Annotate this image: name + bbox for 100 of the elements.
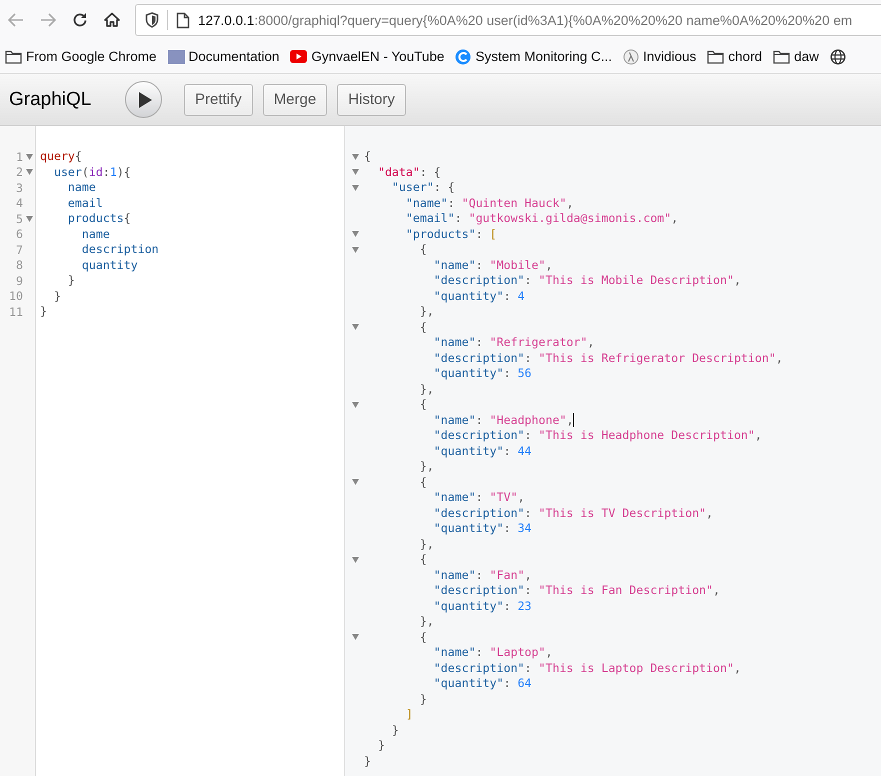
ring-logo-icon xyxy=(455,48,472,64)
toolbar-button[interactable]: Merge xyxy=(262,84,328,116)
code-line: { xyxy=(364,149,371,164)
folder-icon xyxy=(5,50,22,64)
fold-arrow-icon[interactable] xyxy=(349,184,361,191)
code-line: "quantity": 44 xyxy=(432,444,532,459)
code-line: }, xyxy=(418,614,434,630)
code-line: }, xyxy=(418,382,434,397)
line-number: 4 xyxy=(16,196,23,210)
code-line: "description": "This is Laptop Description", xyxy=(432,660,741,676)
code-line: description xyxy=(80,242,159,258)
fold-arrow-icon[interactable] xyxy=(349,556,361,563)
address-bar[interactable]: 127.0.0.1:8000/graphiql?query=query{%0A%20 user(id%3A1){%0A%20%20%20 name%0A%20%20%20 em xyxy=(135,4,881,36)
bookmark-item[interactable]: Documentation xyxy=(168,49,280,64)
line-number: 7 xyxy=(16,242,23,257)
code-line: query{ xyxy=(40,149,82,164)
code-line: { xyxy=(418,474,427,490)
app-title: GraphiQL xyxy=(9,88,92,110)
query-editor[interactable]: 1 2 3 4 5 6 7 8 9 10 11 query{ user(id:1){ name email products{ name description quantity } } } xyxy=(0,126,345,776)
code-line: quantity xyxy=(80,258,138,273)
code-line: "name": "Headphone", xyxy=(432,412,574,428)
code-line: "description": "This is TV Description", xyxy=(432,506,714,521)
code-line: "data": { xyxy=(376,164,441,180)
code-line: { xyxy=(418,242,427,258)
bookmark-item[interactable]: From Google Chrome xyxy=(5,49,157,64)
bookmark-item[interactable]: daw xyxy=(773,49,819,64)
fold-arrow-icon[interactable] xyxy=(349,246,361,253)
code-line: { xyxy=(418,630,427,645)
code-line: } xyxy=(390,722,399,738)
bookmark-item[interactable]: Invidious xyxy=(623,48,696,64)
fold-arrow-icon[interactable] xyxy=(349,154,361,160)
code-line: { xyxy=(418,552,427,568)
code-line: }, xyxy=(418,304,434,320)
code-line: name xyxy=(80,226,110,242)
lambda-icon xyxy=(623,48,639,64)
line-number: 2 xyxy=(16,165,23,180)
fold-arrow-icon[interactable] xyxy=(349,402,361,408)
code-line: "quantity": 4 xyxy=(432,288,525,304)
url-text: 127.0.0.1:8000/graphiql?query=query{%0A%20 user(id%3A1){%0A%20%20%20 name%0A%20%20%20 em xyxy=(198,12,852,28)
code-line: "name": "Laptop", xyxy=(432,645,552,660)
code-line: name xyxy=(66,180,96,196)
fold-arrow-icon[interactable] xyxy=(23,216,35,222)
page-icon xyxy=(176,12,190,28)
code-line: "description": "This is Fan Description", xyxy=(432,583,720,598)
fold-arrow-icon[interactable] xyxy=(349,479,361,486)
code-line: { xyxy=(418,320,427,335)
code-line: "description": "This is Refrigerator Description", xyxy=(432,350,783,366)
code-line: } xyxy=(376,738,385,754)
fold-arrow-icon[interactable] xyxy=(349,324,361,330)
code-line: "quantity": 23 xyxy=(432,598,532,614)
code-line: }, xyxy=(418,459,434,474)
code-line: "quantity": 56 xyxy=(432,366,532,382)
bookmark-item[interactable]: GynvaelEN - YouTube xyxy=(290,49,444,64)
run-button[interactable] xyxy=(125,81,162,118)
line-number: 11 xyxy=(9,304,23,319)
line-number: 1 xyxy=(16,150,23,164)
code-line: { xyxy=(418,397,427,412)
fold-arrow-icon[interactable] xyxy=(23,169,35,176)
code-line: email xyxy=(66,196,103,211)
code-line: "user": { xyxy=(390,180,455,196)
toolbar-button[interactable]: History xyxy=(337,84,406,116)
fold-arrow-icon[interactable] xyxy=(349,169,361,176)
code-line: "name": "Refrigerator", xyxy=(432,335,594,350)
fold-arrow-icon[interactable] xyxy=(23,154,35,160)
line-number: 8 xyxy=(16,258,23,272)
code-line: } xyxy=(66,273,75,288)
play-icon xyxy=(138,92,152,108)
code-line: "quantity": 34 xyxy=(432,521,532,536)
fold-arrow-icon[interactable] xyxy=(349,231,361,238)
line-number: 5 xyxy=(16,212,23,226)
line-number: 10 xyxy=(9,289,23,304)
code-line: ] xyxy=(404,707,413,722)
code-line: } xyxy=(418,692,427,707)
folder-icon xyxy=(773,50,790,64)
bookmark-item[interactable]: chord xyxy=(707,49,762,64)
code-line: "description": "This is Headphone Description", xyxy=(432,428,762,444)
code-line: "quantity": 64 xyxy=(432,676,532,692)
globe-icon xyxy=(830,48,846,64)
code-line: }, xyxy=(418,536,434,552)
code-line: } xyxy=(52,288,61,304)
code-line: "description": "This is Mobile Description", xyxy=(432,273,741,288)
code-line: products{ xyxy=(66,211,131,226)
bookmark-item[interactable]: System Monitoring C... xyxy=(455,48,612,64)
code-line: "name": "Mobile", xyxy=(432,258,552,273)
code-line: "name": "Quinten Hauck", xyxy=(404,196,574,211)
code-line: "email": "gutkowski.gilda@simonis.com", xyxy=(404,211,678,226)
code-line: user(id:1){ xyxy=(52,164,131,180)
play-logo-icon xyxy=(290,50,308,63)
fold-arrow-icon[interactable] xyxy=(349,634,361,640)
shield-icon xyxy=(145,12,159,28)
code-line: } xyxy=(40,304,47,320)
code-line: "name": "TV", xyxy=(432,490,525,506)
code-line: "products": [ xyxy=(404,226,497,242)
code-line: } xyxy=(364,754,371,769)
toolbar-button[interactable]: Prettify xyxy=(184,84,253,116)
line-number: 9 xyxy=(16,274,23,288)
code-line: "name": "Fan", xyxy=(432,568,532,583)
php-logo-icon xyxy=(168,50,185,64)
line-number: 3 xyxy=(16,180,23,195)
folder-icon xyxy=(707,50,724,64)
